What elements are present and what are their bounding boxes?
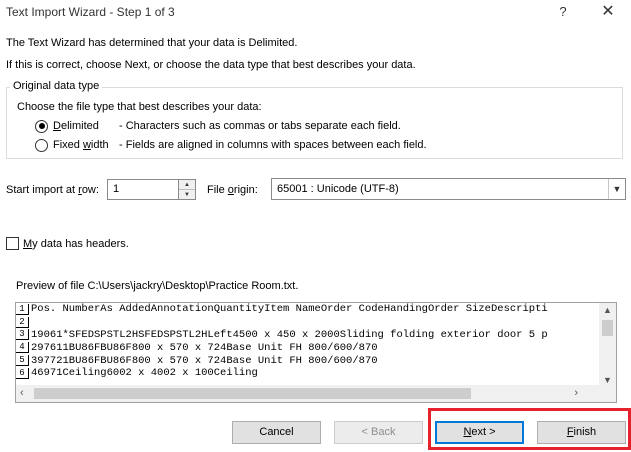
start-row-label: Start import at row: xyxy=(6,184,99,196)
preview-row: 6 46971Ceiling6002 x 4002 x 100Ceiling xyxy=(16,367,601,380)
highlight-box xyxy=(428,408,631,450)
file-origin-dropdown[interactable]: 65001 : Unicode (UTF-8) ▼ xyxy=(271,178,626,200)
back-button[interactable]: < Back xyxy=(334,421,423,444)
scroll-corner xyxy=(599,385,616,402)
radio-label-delimited[interactable]: Delimited xyxy=(53,120,115,132)
help-icon[interactable]: ? xyxy=(540,0,586,24)
intro-line-2: If this is correct, choose Next, or choo… xyxy=(6,59,416,71)
preview-row: 4 297611BU86FBU86F800 x 570 x 724Base Uni… xyxy=(16,341,601,354)
file-origin-label: File origin: xyxy=(207,184,258,196)
radio-fixed-width[interactable]: Fixed width - Fields are aligned in colu… xyxy=(35,137,427,153)
scroll-left-icon[interactable]: ‹ xyxy=(20,387,24,399)
row-number: 1 xyxy=(16,303,29,315)
start-row-input[interactable]: 1 xyxy=(107,179,179,200)
cancel-button[interactable]: Cancel xyxy=(232,421,321,444)
preview-row: 1 Pos. NumberAs AddedAnnotationQuantityIt… xyxy=(16,303,601,316)
row-number: 4 xyxy=(16,342,29,354)
radio-desc-fixed-width: - Fields are aligned in columns with spa… xyxy=(119,139,427,151)
row-number: 2 xyxy=(16,316,29,328)
close-icon[interactable]: ✕ xyxy=(585,0,631,24)
scroll-down-icon[interactable]: ▼ xyxy=(599,375,616,385)
row-text: 397721BU86FBU86F800 x 570 x 724Base Unit… xyxy=(31,354,378,367)
scroll-right-icon[interactable]: › xyxy=(574,387,578,399)
row-number: 5 xyxy=(16,355,29,367)
headers-checkbox-row[interactable]: My data has headers. xyxy=(6,237,129,250)
vertical-scroll-thumb[interactable] xyxy=(602,320,613,336)
intro-line-1: The Text Wizard has determined that your… xyxy=(6,37,298,49)
start-row-spinner[interactable]: ▲ ▼ xyxy=(179,179,196,200)
row-number: 6 xyxy=(16,367,29,379)
spin-up-icon[interactable]: ▲ xyxy=(179,180,195,190)
radio-delimited[interactable]: Delimited - Characters such as commas or… xyxy=(35,118,401,134)
radio-desc-delimited: - Characters such as commas or tabs sepa… xyxy=(119,120,401,132)
horizontal-scrollbar[interactable]: ‹ › xyxy=(16,385,601,402)
window-title: Text Import Wizard - Step 1 of 3 xyxy=(6,5,175,19)
preview-row: 5 397721BU86FBU86F800 x 570 x 724Base Uni… xyxy=(16,354,601,367)
title-bar: Text Import Wizard - Step 1 of 3 ? ✕ xyxy=(0,0,631,24)
preview-label: Preview of file C:\Users\jackry\Desktop\… xyxy=(16,280,299,292)
row-number: 3 xyxy=(16,329,29,341)
data-type-prompt: Choose the file type that best describes… xyxy=(17,101,262,113)
preview-body: 1 Pos. NumberAs AddedAnnotationQuantityIt… xyxy=(16,303,601,387)
row-text: 19061*SFEDSPSTL2HSFEDSPSTL2HLeft4500 x 4… xyxy=(31,328,548,341)
radio-label-fixed-width[interactable]: Fixed width xyxy=(53,139,115,151)
row-text: 46971Ceiling6002 x 4002 x 100Ceiling xyxy=(31,367,258,380)
headers-checkbox[interactable] xyxy=(6,237,19,250)
preview-pane[interactable]: 1 Pos. NumberAs AddedAnnotationQuantityIt… xyxy=(15,302,617,403)
chevron-down-icon[interactable]: ▼ xyxy=(608,179,625,199)
scroll-up-icon[interactable]: ▲ xyxy=(599,305,616,315)
vertical-scrollbar[interactable]: ▲ ▼ xyxy=(599,303,616,387)
spin-down-icon[interactable]: ▼ xyxy=(179,190,195,200)
headers-checkbox-label[interactable]: My data has headers. xyxy=(23,238,129,250)
preview-row: 3 19061*SFEDSPSTL2HSFEDSPSTL2HLeft4500 x … xyxy=(16,329,601,342)
group-label: Original data type xyxy=(10,80,103,92)
radio-button-delimited[interactable] xyxy=(35,119,48,133)
row-text: Pos. NumberAs AddedAnnotationQuantityIte… xyxy=(31,303,548,316)
radio-button-fixed-width[interactable] xyxy=(35,138,48,152)
horizontal-scroll-thumb[interactable] xyxy=(34,388,471,399)
row-text: 297611BU86FBU86F800 x 570 x 724Base Unit… xyxy=(31,341,378,354)
preview-row: 2 xyxy=(16,316,601,329)
file-origin-value: 65001 : Unicode (UTF-8) xyxy=(277,183,399,195)
